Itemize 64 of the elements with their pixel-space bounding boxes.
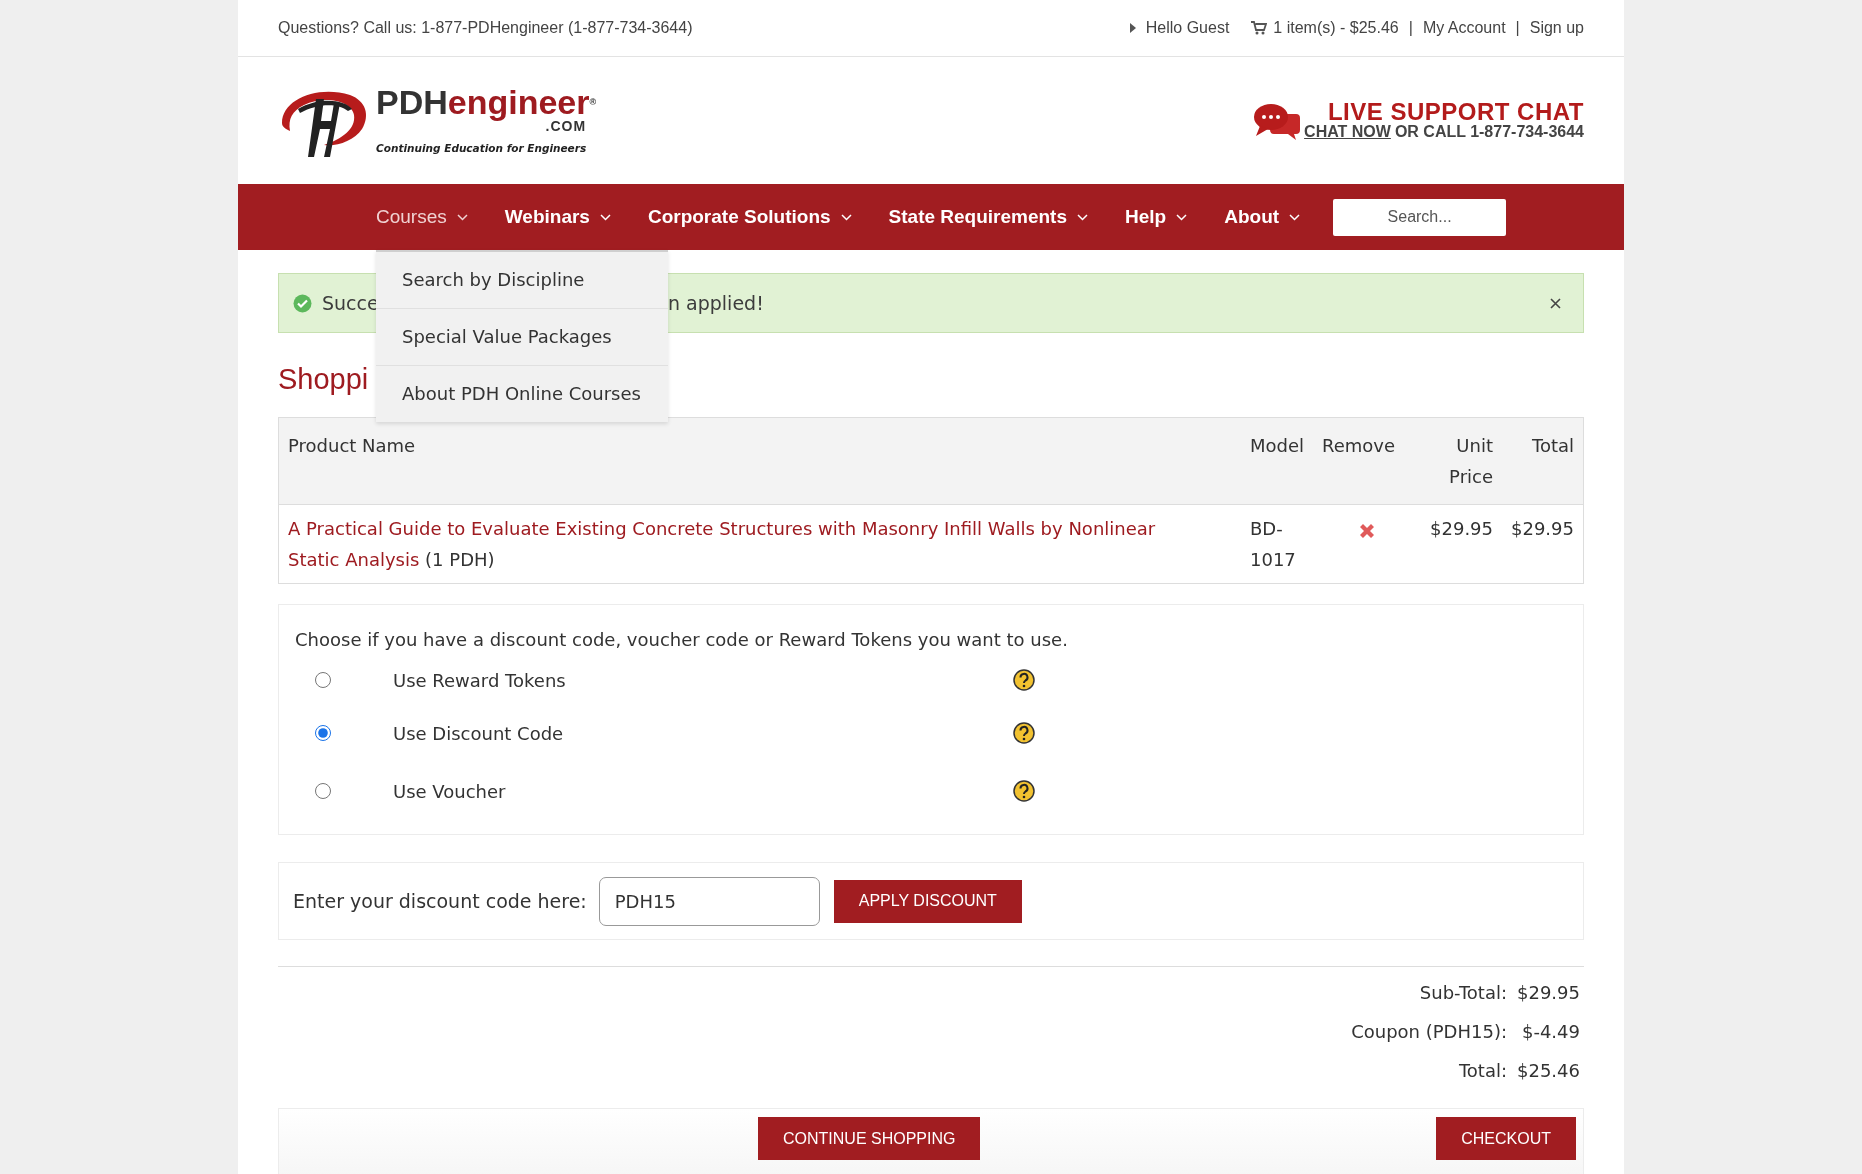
live-chat-title: LIVE SUPPORT CHAT: [1327, 100, 1584, 123]
chevron-icon: [1077, 213, 1088, 221]
apply-discount-button[interactable]: APPLY DISCOUNT: [833, 879, 1022, 923]
logo-name: PDHengineer®: [376, 84, 597, 119]
total-value: $29.95: [1517, 981, 1580, 1005]
account-link[interactable]: My Account: [1422, 19, 1506, 37]
checkout-button[interactable]: CHECKOUT: [1436, 1117, 1576, 1160]
product-title[interactable]: A Practical Guide to Evaluate Existing Concrete Structures with Masonry Infill Walls by Nonlinear Static Analysis (1 PDH): [288, 513, 1201, 575]
discount-prompt: Choose if you have a discount code, voucher code or Reward Tokens you want to use.: [295, 629, 1069, 650]
help-icon[interactable]: [1013, 780, 1035, 802]
chevron-icon: [1176, 213, 1188, 221]
total-label: Sub-Total:: [1418, 981, 1507, 1005]
continue-shopping-button[interactable]: CONTINUE SHOPPING: [758, 1117, 981, 1160]
option-label: Use Discount Code: [393, 722, 565, 744]
column-header: Unit Price: [1421, 417, 1502, 505]
nav-item[interactable]: Help: [1125, 184, 1188, 250]
chat-bubbles-icon: [1254, 101, 1301, 140]
chevron-icon: [599, 213, 611, 221]
cart-link[interactable]: 1 item(s) - $25.46: [1273, 19, 1399, 37]
nav-item[interactable]: Courses: [376, 184, 468, 250]
alert-text: Succe: [322, 292, 379, 314]
radio-button[interactable]: [315, 725, 331, 741]
nav-item[interactable]: About: [1224, 184, 1301, 250]
logo-suffix: .COM: [545, 118, 587, 133]
column-header: Product Name: [278, 417, 1241, 505]
option-label: Use Voucher: [393, 780, 507, 802]
column-header: Remove: [1313, 417, 1422, 505]
separator-text: |: [1408, 19, 1413, 37]
chevron-icon: [1289, 213, 1301, 221]
success-check-icon: [293, 293, 312, 313]
discount-code-field[interactable]: PDH15: [598, 876, 820, 926]
field-label: Enter your discount code here:: [293, 890, 587, 912]
nav-item[interactable]: State Requirements: [888, 184, 1088, 250]
account-link[interactable]: Sign up: [1529, 19, 1584, 37]
greeting-link[interactable]: Hello Guest: [1145, 19, 1230, 37]
radio-button[interactable]: [315, 783, 331, 799]
help-icon[interactable]: [1013, 722, 1035, 744]
chat-now-link[interactable]: CHAT NOW: [1304, 122, 1391, 141]
radio-button[interactable]: [315, 672, 331, 688]
total-label: Total:: [1457, 1059, 1507, 1083]
column-header: Model: [1241, 417, 1314, 505]
logo-tagline: Continuing Education for Engineers: [376, 141, 588, 154]
table-cell: $29.95: [1502, 504, 1584, 584]
help-icon[interactable]: [1013, 669, 1035, 691]
total-value: $-4.49: [1520, 1020, 1580, 1044]
option-label: Use Reward Tokens: [393, 669, 567, 691]
phone-text: Questions? Call us: 1-877-PDHengineer (1-877-734-3644): [278, 19, 693, 37]
search-field[interactable]: Search...: [1333, 198, 1507, 236]
close-icon[interactable]: [1550, 297, 1561, 309]
separator-text: |: [1515, 19, 1520, 37]
table-cell: BD-1017: [1241, 504, 1314, 584]
chevron-icon: [456, 213, 468, 221]
total-value: $25.46: [1517, 1059, 1580, 1083]
alert-text: n applied!: [668, 292, 764, 314]
cart-icon: [1251, 21, 1268, 35]
call-text: OR CALL 1-877-734-3644: [1394, 122, 1584, 141]
chevron-icon: [840, 213, 852, 221]
page-heading: Shoppi: [278, 362, 369, 397]
total-label: Coupon (PDH15):: [1351, 1020, 1507, 1044]
column-header: Total: [1502, 417, 1584, 505]
nav-item[interactable]: Corporate Solutions: [647, 184, 852, 250]
caret-icon: [1129, 23, 1136, 33]
nav-item[interactable]: Webinars: [504, 184, 611, 250]
table-cell: $29.95: [1421, 504, 1502, 584]
